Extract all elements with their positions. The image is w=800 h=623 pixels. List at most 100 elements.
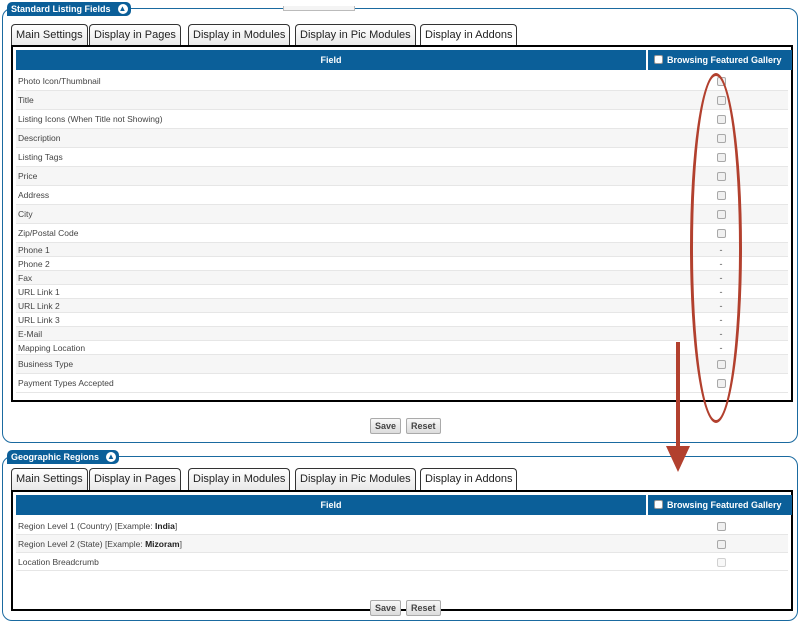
row-label: Photo Icon/Thumbnail <box>18 72 101 91</box>
tab-display-in-modules[interactable]: Display in Modules <box>188 24 291 46</box>
gallery-checkbox[interactable] <box>716 522 726 532</box>
row-label: Fax <box>18 271 32 285</box>
row-label: Phone 2 <box>18 257 50 271</box>
chevron-up-icon[interactable]: ▲ <box>116 3 129 15</box>
tab-main-settings[interactable]: Main Settings <box>11 24 88 46</box>
row-label-text: URL Link 3 <box>18 315 60 325</box>
table-row: Location Breadcrumb <box>16 553 788 571</box>
table-row: Address <box>16 186 788 205</box>
table-row: URL Link 3- <box>16 313 788 327</box>
save-button[interactable]: Save <box>370 418 402 434</box>
row-label: URL Link 2 <box>18 299 60 313</box>
row-label-text: City <box>18 209 33 219</box>
row-label-text: Description <box>18 133 61 143</box>
tab-display-in-pic-modules[interactable]: Display in Pic Modules <box>295 468 416 490</box>
row-label: Listing Tags <box>18 148 63 167</box>
arrow-head-icon <box>666 446 690 472</box>
tab-display-in-addons[interactable]: Display in Addons <box>420 468 518 491</box>
row-label-text: Location Breadcrumb <box>18 557 99 567</box>
row-label-text: Listing Tags <box>18 152 63 162</box>
section-title-text: Geographic Regions <box>11 452 100 462</box>
row-label: Location Breadcrumb <box>18 553 99 571</box>
select-all-checkbox[interactable] <box>654 55 663 64</box>
reset-button[interactable]: Reset <box>406 418 441 434</box>
table-row: Listing Tags <box>16 148 788 167</box>
tab-display-in-pages[interactable]: Display in Pages <box>89 468 181 490</box>
row-label: URL Link 3 <box>18 313 60 327</box>
chevron-up-icon[interactable]: ▲ <box>105 451 118 463</box>
gallery-cell <box>714 553 728 571</box>
table-row: URL Link 1- <box>16 285 788 299</box>
tab-display-in-pic-modules[interactable]: Display in Pic Modules <box>295 24 416 46</box>
row-label: City <box>18 205 33 224</box>
gallery-cell <box>714 535 728 553</box>
row-label-text: Phone 2 <box>18 259 50 269</box>
tab-display-in-modules[interactable]: Display in Modules <box>188 468 291 490</box>
table-row: E-Mail - <box>16 327 788 341</box>
header-field: Field <box>16 495 646 515</box>
row-label: URL Link 1 <box>18 285 60 299</box>
row-label: Payment Types Accepted <box>18 374 114 393</box>
table-row: Title <box>16 91 788 110</box>
row-label: Listing Icons (When Title not Showing) <box>18 110 163 129</box>
row-label: Region Level 1 (Country) [Example: India… <box>18 517 177 535</box>
row-label: Zip/Postal Code <box>18 224 78 243</box>
table-row: City <box>16 205 788 224</box>
table-header: Field Browsing Featured Gallery <box>16 50 792 70</box>
row-label-text: Zip/Postal Code <box>18 228 79 238</box>
section-title[interactable]: Standard Listing Fields ▲ <box>7 2 131 16</box>
row-label-text: Region Level 1 (Country) [Example: <box>18 521 156 531</box>
row-label-text: Listing Icons (When Title not Showing) <box>18 114 163 124</box>
table-row: Price <box>16 167 788 186</box>
table-row: Phone 2- <box>16 257 788 271</box>
table-row: Photo Icon/Thumbnail <box>16 72 788 91</box>
section-title-text: Standard Listing Fields <box>11 4 111 14</box>
row-label-text: E-Mail <box>18 329 43 339</box>
table-row: Mapping Location - <box>16 341 788 355</box>
table-row: Payment Types Accepted <box>16 374 788 393</box>
row-label-text: Payment Types Accepted <box>18 378 114 388</box>
gallery-checkbox <box>716 558 726 568</box>
section-title[interactable]: Geographic Regions ▲ <box>7 450 120 464</box>
row-label-text: Mapping Location <box>18 343 86 353</box>
truncated-control <box>283 6 355 11</box>
row-label-suffix: ] <box>179 539 182 549</box>
row-label: Phone 1 <box>18 243 50 257</box>
row-label-text: Photo Icon/Thumbnail <box>18 76 101 86</box>
save-button[interactable]: Save <box>370 600 402 616</box>
row-label-text: URL Link 2 <box>18 301 60 311</box>
table-row: Listing Icons (When Title not Showing) <box>16 110 788 129</box>
row-label-text: Price <box>18 171 38 181</box>
row-label: Address <box>18 186 49 205</box>
highlight-ellipse <box>690 73 742 423</box>
row-label-text: Phone 1 <box>18 245 50 255</box>
table-row: Description <box>16 129 788 148</box>
reset-button[interactable]: Reset <box>406 600 441 616</box>
tab-display-in-pages[interactable]: Display in Pages <box>89 24 181 46</box>
row-label-text: Address <box>18 190 50 200</box>
table-row: Region Level 1 (Country) [Example: India… <box>16 517 788 535</box>
table-row: Business Type <box>16 355 788 374</box>
row-label-text: Region Level 2 (State) [Example: <box>18 539 146 549</box>
row-label: Business Type <box>18 355 73 374</box>
table-row: Phone 1- <box>16 243 788 257</box>
tab-main-settings[interactable]: Main Settings <box>11 468 88 490</box>
annotation-arrow <box>676 342 680 452</box>
geographic-regions-section: Geographic Regions ▲ Main Settings Displ… <box>2 450 798 621</box>
row-label-example: Mizoram <box>145 539 180 549</box>
header-gallery[interactable]: Browsing Featured Gallery <box>648 495 792 515</box>
row-label-text: Business Type <box>18 359 74 369</box>
header-field: Field <box>16 50 646 70</box>
row-label: Title <box>18 91 34 110</box>
header-gallery[interactable]: Browsing Featured Gallery <box>648 50 792 70</box>
select-all-checkbox[interactable] <box>654 500 663 509</box>
row-label-text: URL Link 1 <box>18 287 60 297</box>
row-label: E-Mail <box>18 327 42 341</box>
row-label: Description <box>18 129 61 148</box>
table-header: Field Browsing Featured Gallery <box>16 495 792 515</box>
gallery-checkbox[interactable] <box>716 540 726 550</box>
table-row: Zip/Postal Code <box>16 224 788 243</box>
table-row: Fax - <box>16 271 788 285</box>
tab-display-in-addons[interactable]: Display in Addons <box>420 24 518 47</box>
fields-table: Field Browsing Featured Gallery Region L… <box>11 490 793 611</box>
